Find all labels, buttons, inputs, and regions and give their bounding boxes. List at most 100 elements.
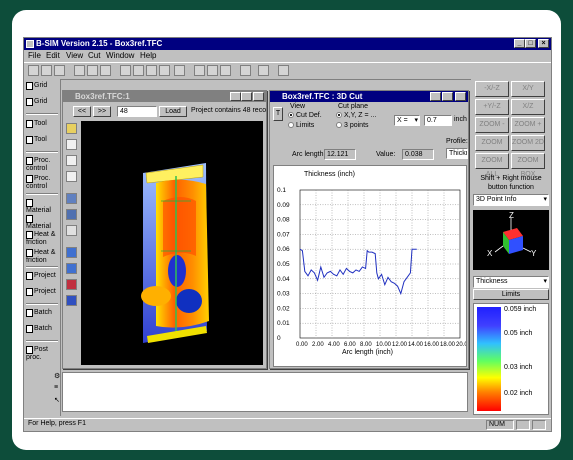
grid-icon[interactable] — [66, 295, 77, 306]
menu-help[interactable]: Help — [140, 50, 156, 61]
x-tick-label: 6.00 — [344, 342, 356, 348]
model-minimize-button[interactable] — [230, 92, 241, 101]
new-file-icon[interactable] — [28, 65, 39, 76]
tool-button[interactable]: Tool — [26, 120, 58, 128]
mouse-function-select[interactable]: 3D Point Info ▾ — [473, 194, 549, 206]
prev-step-button[interactable]: << — [73, 106, 91, 117]
select-icon[interactable] — [66, 155, 77, 166]
tool-button-2[interactable]: Tool — [26, 136, 58, 144]
bitmap-icon[interactable] — [87, 65, 98, 76]
coordinate-unit: inch — [454, 116, 467, 123]
menu-window[interactable]: Window — [106, 50, 134, 61]
project-button-2[interactable]: Project — [26, 288, 58, 296]
pointer-icon[interactable]: ↖ — [54, 396, 60, 404]
heat-friction-button[interactable]: Heat & friction — [26, 231, 58, 246]
material-button-2[interactable]: Material — [26, 215, 58, 230]
gear-icon[interactable]: ⚙ — [54, 372, 60, 380]
result-select[interactable]: Thickness ▾ — [473, 276, 549, 288]
zoom-box-button[interactable]: ZOOM BOX — [511, 153, 545, 178]
load-button[interactable]: Load — [159, 106, 187, 117]
legend-color-bar — [477, 307, 501, 411]
shade-icon[interactable] — [66, 247, 77, 258]
batch-button-2[interactable]: Batch — [26, 325, 58, 333]
menu-cut[interactable]: Cut — [88, 50, 100, 61]
zoom-out-button[interactable]: ZOOM - — [475, 117, 509, 133]
document-icon — [26, 215, 33, 223]
batch-button[interactable]: Batch — [26, 309, 58, 317]
window-icon[interactable] — [240, 65, 251, 76]
save-icon[interactable] — [54, 65, 65, 76]
zoom-all-button[interactable]: ZOOM ALL — [475, 153, 509, 178]
open-folder-icon[interactable] — [41, 65, 52, 76]
cut-minimize-button[interactable] — [430, 92, 441, 101]
post-proc-button[interactable]: Post proc. — [26, 346, 58, 361]
model-maximize-button[interactable] — [241, 92, 252, 101]
status-cell — [516, 420, 530, 430]
view-ymz-button[interactable]: +Y/-Z — [475, 99, 509, 115]
model-viewport[interactable] — [81, 121, 263, 365]
preview-icon[interactable] — [100, 65, 111, 76]
minimize-button[interactable]: _ — [514, 39, 525, 48]
grid-view-icon[interactable] — [120, 65, 131, 76]
coordinate-input[interactable]: 0.7 — [424, 115, 452, 126]
view-xz-button[interactable]: X/Z — [511, 99, 545, 115]
menu-view[interactable]: View — [66, 50, 83, 61]
zoom-2d-button[interactable]: ZOOM 2D — [511, 135, 545, 151]
chevron-down-icon: ▾ — [543, 196, 547, 203]
y-tick-label: 0.07 — [277, 231, 290, 238]
view-option-cut-def[interactable]: Cut Def. — [288, 112, 322, 119]
text-icon[interactable]: ≡ — [54, 384, 58, 391]
view-option-limits[interactable]: Limits — [288, 122, 314, 129]
model-window-title: Box3ref.TFC:1 — [75, 92, 130, 101]
mesh-view-icon[interactable] — [66, 209, 77, 220]
profile-select[interactable]: Thickn — [446, 148, 468, 159]
material-button[interactable]: Material — [26, 199, 58, 214]
print-icon[interactable] — [74, 65, 85, 76]
screen-icon[interactable] — [174, 65, 185, 76]
color-icon[interactable] — [194, 65, 205, 76]
proc-control-button[interactable]: Proc. control — [26, 157, 58, 172]
y-tick-label: 0.06 — [277, 246, 290, 253]
vector-icon[interactable] — [66, 225, 77, 236]
cut-plane-3-points[interactable]: 3 points — [336, 122, 369, 129]
app-icon[interactable] — [26, 40, 34, 48]
heat-friction-button-2[interactable]: Heat & friction — [26, 249, 58, 264]
cut-icon[interactable] — [278, 65, 289, 76]
maximize-button[interactable]: □ — [525, 39, 536, 48]
view-mxmz-button[interactable]: -X/-Z — [475, 81, 509, 97]
proc-control-button-2[interactable]: Proc. control — [26, 175, 58, 190]
cut-maximize-button[interactable] — [442, 92, 453, 101]
color-map-icon[interactable] — [66, 263, 77, 274]
menu-file[interactable]: File — [28, 50, 41, 61]
tab-toggle-button[interactable]: T — [273, 107, 283, 121]
grid-button-2[interactable]: Grid — [26, 98, 58, 106]
menu-edit[interactable]: Edit — [46, 50, 60, 61]
contour-icon[interactable] — [66, 193, 77, 204]
solid-icon[interactable] — [220, 65, 231, 76]
close-button[interactable]: × — [538, 39, 549, 48]
mesh-icon[interactable] — [133, 65, 144, 76]
table-icon[interactable] — [146, 65, 157, 76]
model-close-button[interactable] — [253, 92, 264, 101]
step-input[interactable]: 48 — [117, 106, 157, 117]
cut-close-button[interactable] — [455, 92, 466, 101]
tile-icon[interactable] — [258, 65, 269, 76]
limits-button[interactable]: Limits — [473, 289, 549, 300]
axis-select[interactable]: X = ▾ — [394, 115, 420, 126]
zoom-def-button[interactable]: ZOOM DEF — [475, 135, 509, 160]
shade-icon[interactable] — [207, 65, 218, 76]
project-button[interactable]: Project — [26, 272, 58, 280]
x-tick-label: 4.00 — [328, 342, 340, 348]
next-step-button[interactable]: >> — [93, 106, 111, 117]
status-help-text: For Help, press F1 — [28, 420, 86, 427]
output-pane[interactable] — [62, 372, 468, 412]
cut-plane-xyz[interactable]: X,Y, Z = ... — [336, 112, 376, 119]
measure-icon[interactable] — [66, 171, 77, 182]
rotate-icon[interactable] — [66, 123, 77, 134]
pan-icon[interactable] — [66, 139, 77, 150]
view-xy-button[interactable]: X/Y — [511, 81, 545, 97]
zoom-in-button[interactable]: ZOOM + — [511, 117, 545, 133]
chart-icon[interactable] — [159, 65, 170, 76]
grid-button[interactable]: Grid — [26, 82, 58, 90]
palette-icon[interactable] — [66, 279, 77, 290]
